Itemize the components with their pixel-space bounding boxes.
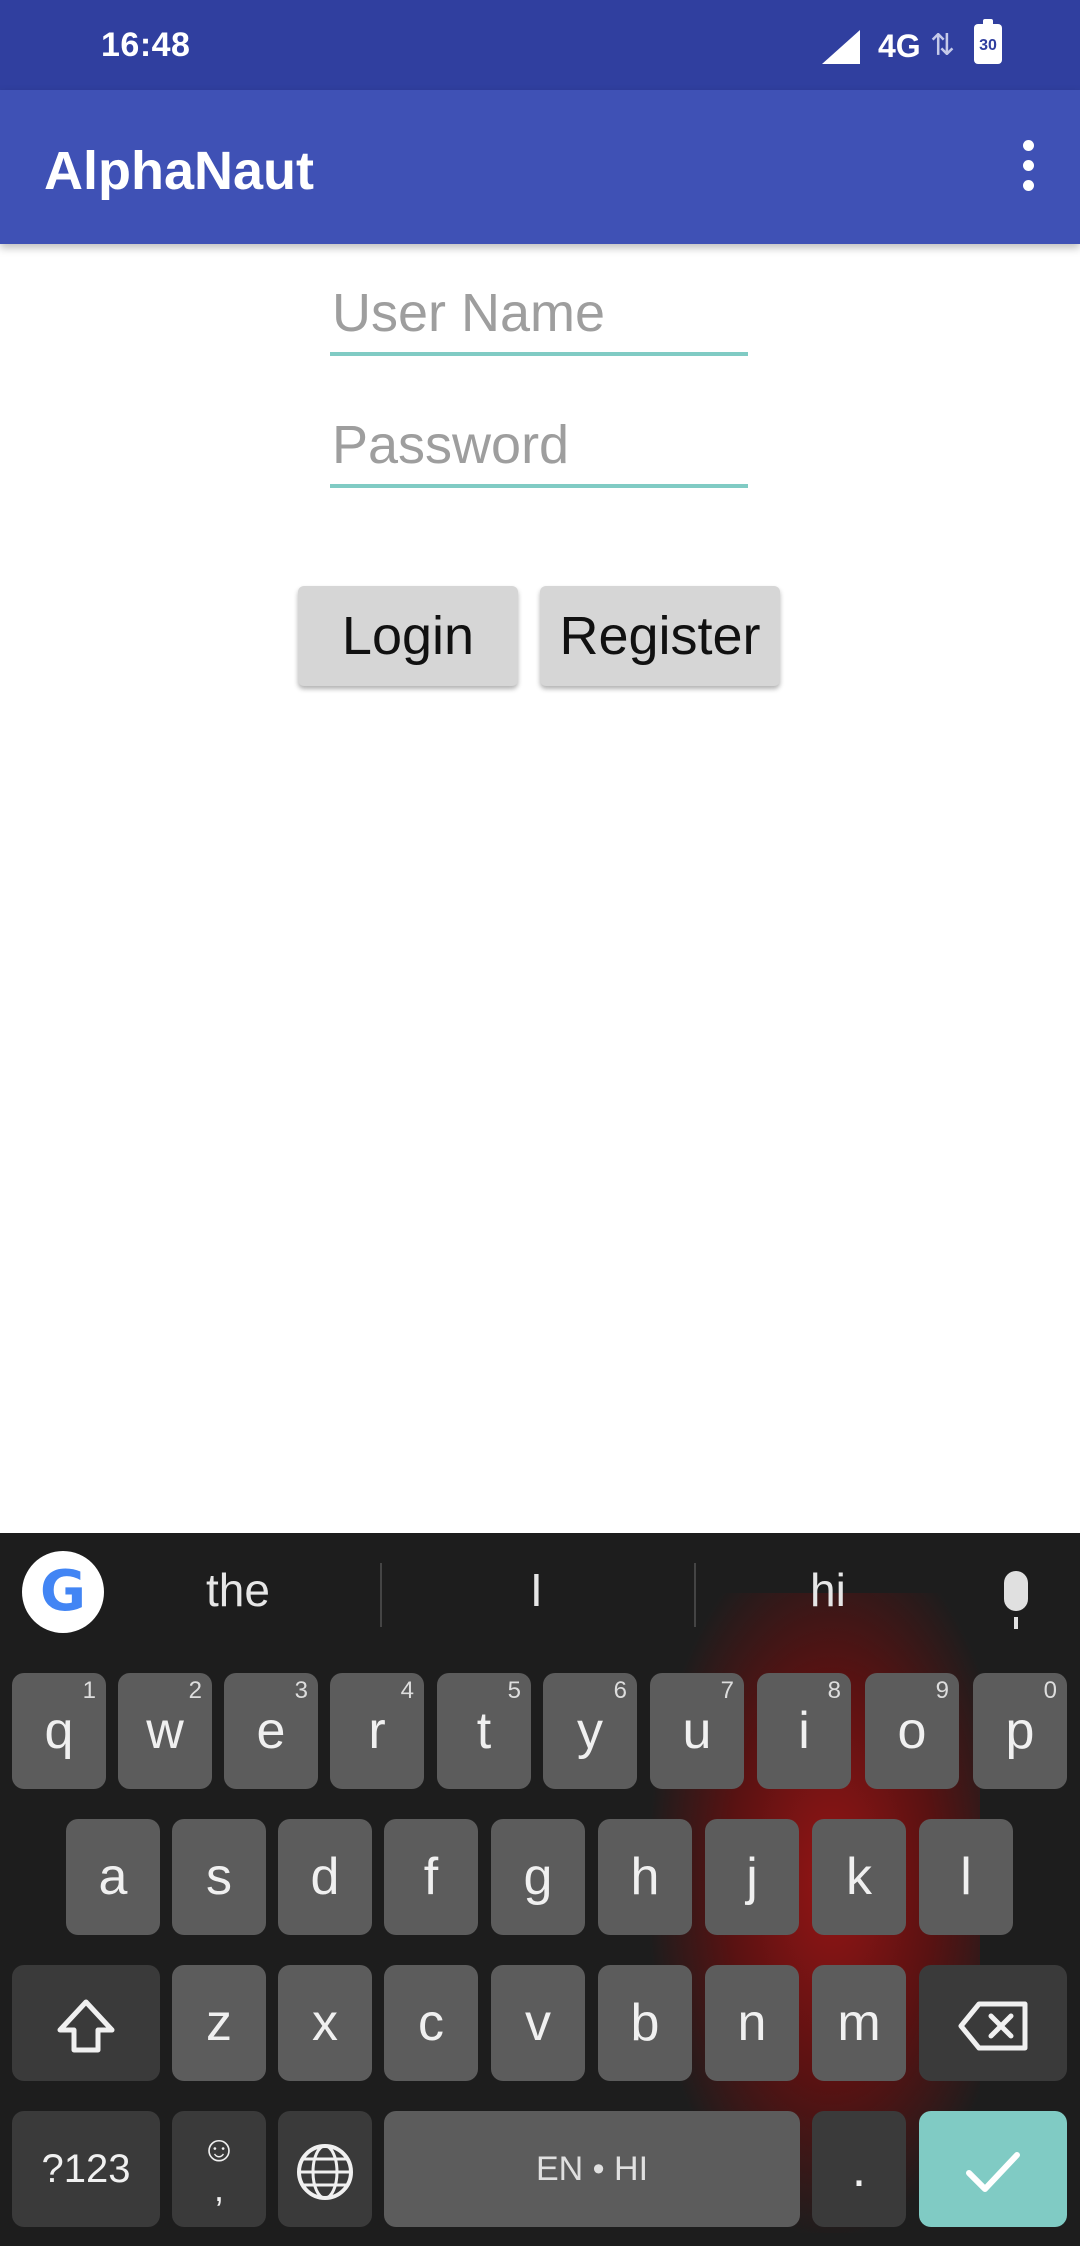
key-o[interactable]: o9 (865, 1673, 959, 1789)
checkmark-icon (966, 2152, 1020, 2193)
key-g[interactable]: g (491, 1819, 585, 1935)
status-bar: 16:48 4G ⇅ 30 (0, 0, 1080, 90)
overflow-menu-icon[interactable] (1016, 140, 1040, 200)
key-m[interactable]: m (812, 1965, 906, 2081)
key-f[interactable]: f (384, 1819, 478, 1935)
key-z[interactable]: z (172, 1965, 266, 2081)
username-field (330, 274, 752, 356)
app-bar: AlphaNaut (0, 90, 1080, 244)
key-w[interactable]: w2 (118, 1673, 212, 1789)
key-e[interactable]: e3 (224, 1673, 318, 1789)
key-q[interactable]: q1 (12, 1673, 106, 1789)
space-key[interactable]: EN • HI (384, 2111, 800, 2227)
language-key[interactable] (278, 2111, 372, 2227)
suggestion-divider (380, 1563, 382, 1627)
key-s[interactable]: s (172, 1819, 266, 1935)
key-h[interactable]: h (598, 1819, 692, 1935)
battery-icon: 30 (974, 19, 1002, 64)
key-t[interactable]: t5 (437, 1673, 531, 1789)
shift-key[interactable] (12, 1965, 160, 2081)
soft-keyboard: G the I hi q1 w2 e3 r4 t5 y6 u7 i8 o9 p0… (0, 1533, 1080, 2246)
key-a[interactable]: a (66, 1819, 160, 1935)
login-button[interactable]: Login (298, 586, 518, 686)
app-title: AlphaNaut (44, 141, 314, 201)
google-icon[interactable]: G (22, 1551, 104, 1633)
status-icons: 4G ⇅ 30 (780, 0, 1080, 90)
key-p[interactable]: p0 (973, 1673, 1067, 1789)
key-b[interactable]: b (598, 1965, 692, 2081)
globe-icon (297, 2144, 353, 2201)
key-y[interactable]: y6 (543, 1673, 637, 1789)
symbols-key[interactable]: ?123 (12, 2111, 160, 2227)
password-input[interactable] (330, 406, 752, 484)
key-x[interactable]: x (278, 1965, 372, 2081)
key-c[interactable]: c (384, 1965, 478, 2081)
password-field (330, 406, 752, 488)
suggestion-3[interactable]: hi (810, 1563, 846, 1617)
key-j[interactable]: j (705, 1819, 799, 1935)
emoji-icon: ☺ (200, 2128, 238, 2169)
signal-icon (822, 30, 860, 64)
key-v[interactable]: v (491, 1965, 585, 2081)
suggestion-1[interactable]: the (206, 1563, 270, 1617)
status-time: 16:48 (101, 26, 191, 64)
key-i[interactable]: i8 (757, 1673, 851, 1789)
comma-label: , (213, 2168, 224, 2209)
key-r[interactable]: r4 (330, 1673, 424, 1789)
backspace-icon (958, 2001, 1028, 2051)
microphone-icon[interactable] (1004, 1571, 1028, 1629)
enter-key[interactable] (919, 2111, 1067, 2227)
key-n[interactable]: n (705, 1965, 799, 2081)
network-type: 4G (878, 28, 921, 64)
register-button[interactable]: Register (540, 586, 780, 686)
key-l[interactable]: l (919, 1819, 1013, 1935)
key-u[interactable]: u7 (650, 1673, 744, 1789)
backspace-key[interactable] (919, 1965, 1067, 2081)
key-d[interactable]: d (278, 1819, 372, 1935)
username-input[interactable] (330, 274, 752, 352)
key-k[interactable]: k (812, 1819, 906, 1935)
period-key[interactable]: . (812, 2111, 906, 2227)
data-arrows-icon: ⇅ (930, 29, 956, 62)
emoji-comma-key[interactable]: ☺ , (172, 2111, 266, 2227)
suggestion-bar: G the I hi (0, 1533, 1080, 1658)
suggestion-divider (694, 1563, 696, 1627)
shift-icon (57, 1999, 115, 2053)
suggestion-2[interactable]: I (530, 1563, 543, 1617)
